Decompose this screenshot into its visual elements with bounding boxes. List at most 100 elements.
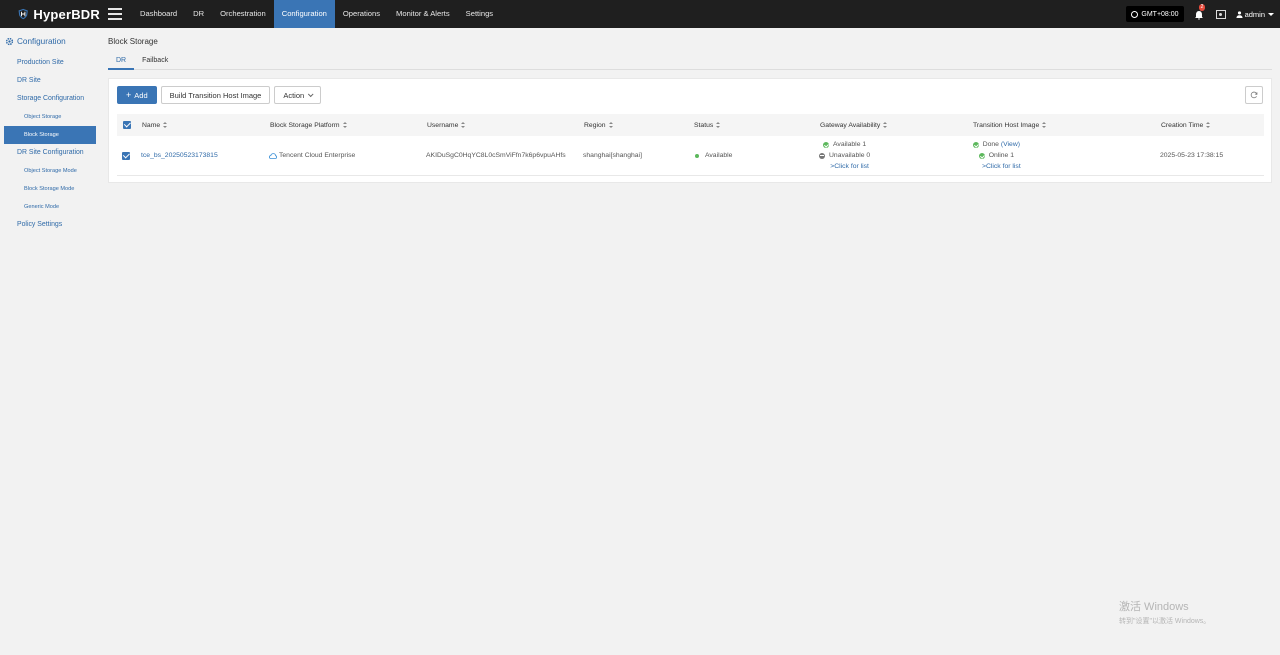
windows-activation-watermark: 激活 Windows 转到"设置"以激活 Windows。 (1119, 598, 1210, 626)
page-title: Block Storage (108, 37, 158, 46)
app-logo[interactable]: HyperBDR (0, 0, 100, 28)
column-header-gateway-availability[interactable]: Gateway Availability (819, 114, 888, 136)
top-right-tools: GMT+08:00 2 admin (1126, 0, 1274, 28)
sidebar-item-storage-configuration[interactable]: Storage Configuration (0, 90, 100, 108)
tab-dr[interactable]: DR (108, 54, 135, 70)
sidebar-item-object-storage-mode[interactable]: Object Storage Mode (0, 162, 100, 180)
nav-settings[interactable]: Settings (458, 0, 501, 28)
platform-label: Tencent Cloud Enterprise (279, 152, 356, 159)
chevron-down-icon (308, 91, 314, 98)
plus-icon: + (126, 89, 132, 100)
sidebar-item-block-storage-mode[interactable]: Block Storage Mode (0, 180, 100, 198)
sort-icon (461, 122, 466, 128)
content-panel: + Add Build Transition Host Image Action… (108, 78, 1272, 183)
block-storage-table: Name Block Storage Platform Username Reg… (117, 114, 1264, 176)
sort-icon (1206, 122, 1211, 128)
nav-orchestration[interactable]: Orchestration (212, 0, 274, 28)
nav-operations[interactable]: Operations (335, 0, 388, 28)
tab-failback[interactable]: Failback (134, 54, 176, 70)
sidebar-heading[interactable]: Configuration (0, 28, 100, 54)
image-click-for-list-link[interactable]: >Click for list (982, 161, 1021, 172)
sort-icon (883, 122, 888, 128)
cell-region: shanghai[shanghai] (583, 136, 642, 175)
check-circle-icon (823, 141, 830, 148)
status-dot-icon (695, 153, 699, 158)
nav-monitor-alerts[interactable]: Monitor & Alerts (388, 0, 458, 28)
cell-platform: Tencent Cloud Enterprise (269, 136, 355, 175)
column-header-label: Username (427, 121, 459, 129)
action-dropdown-label: Action (283, 90, 305, 100)
username-value: AKIDuSgC0HqYC8L0cSmViFfn7k6p6vpuAHfs (426, 152, 566, 159)
row-checkbox[interactable] (122, 151, 130, 160)
top-bar: HyperBDR Dashboard DR Orchestration Conf… (0, 0, 1280, 28)
column-header-region[interactable]: Region (583, 114, 613, 136)
select-all-cell (122, 114, 131, 136)
image-list-line: >Click for list (972, 161, 1021, 172)
column-header-transition-host-image[interactable]: Transition Host Image (972, 114, 1047, 136)
sidebar-item-policy-settings[interactable]: Policy Settings (0, 216, 100, 234)
check-circle-icon (972, 141, 979, 148)
chevron-down-icon (1268, 12, 1274, 16)
menu-toggle-icon[interactable] (108, 8, 122, 20)
timezone-indicator[interactable]: GMT+08:00 (1126, 6, 1184, 22)
sidebar-item-block-storage[interactable]: Block Storage (4, 126, 96, 144)
user-menu[interactable]: admin (1236, 10, 1274, 19)
gateway-click-for-list-link[interactable]: >Click for list (830, 161, 869, 172)
sort-icon (163, 122, 168, 128)
column-header-platform[interactable]: Block Storage Platform (269, 114, 347, 136)
column-header-name[interactable]: Name (141, 114, 168, 136)
add-button[interactable]: + Add (117, 86, 157, 104)
notifications-button[interactable]: 2 (1194, 4, 1206, 20)
refresh-button[interactable] (1245, 86, 1263, 104)
region-value: shanghai[shanghai] (583, 152, 642, 159)
image-done-value: Done (982, 141, 999, 148)
build-transition-host-image-button[interactable]: Build Transition Host Image (160, 86, 271, 104)
cell-creation-time: 2025-05-23 17:38:15 (1160, 136, 1223, 175)
column-header-label: Gateway Availability (820, 121, 881, 129)
sidebar-item-object-storage[interactable]: Object Storage (0, 108, 100, 126)
gateway-available-line: Available 1 (823, 139, 866, 150)
gateway-unavailable-value: Unavailable 0 (829, 152, 871, 159)
sidebar: Configuration Production Site DR Site St… (0, 28, 100, 655)
sort-icon (716, 122, 721, 128)
shield-logo-icon (18, 8, 28, 20)
nav-dr[interactable]: DR (185, 0, 212, 28)
column-header-label: Creation Time (1161, 121, 1204, 129)
check-circle-icon (978, 152, 985, 159)
column-header-label: Name (142, 121, 161, 129)
cell-transition-host-image: Done (View) Online 1 >Click for list (972, 136, 1021, 175)
bell-icon (1194, 11, 1203, 20)
timezone-label: GMT+08:00 (1141, 10, 1179, 18)
watermark-line2: 转到"设置"以激活 Windows。 (1119, 618, 1211, 625)
gateway-unavailable-line: Unavailable 0 (819, 150, 870, 161)
cell-status: Available (695, 136, 732, 175)
action-dropdown[interactable]: Action (274, 86, 322, 104)
gear-icon (5, 37, 14, 45)
toolbar: + Add Build Transition Host Image Action (117, 86, 325, 104)
row-select-cell (122, 136, 130, 175)
minus-circle-icon (819, 152, 825, 159)
column-header-username[interactable]: Username (426, 114, 466, 136)
column-header-creation-time[interactable]: Creation Time (1160, 114, 1211, 136)
watermark-line1: 激活 Windows (1119, 601, 1189, 613)
cell-username: AKIDuSgC0HqYC8L0cSmViFfn7k6p6vpuAHfs (426, 136, 566, 175)
cloud-icon (269, 152, 277, 159)
select-all-checkbox[interactable] (123, 121, 131, 129)
column-header-label: Transition Host Image (973, 121, 1040, 129)
column-header-label: Region (584, 121, 606, 129)
nav-dashboard[interactable]: Dashboard (132, 0, 185, 28)
column-header-status[interactable]: Status (693, 114, 721, 136)
sidebar-item-dr-site-configuration[interactable]: DR Site Configuration (0, 144, 100, 162)
sidebar-item-dr-site[interactable]: DR Site (0, 72, 100, 90)
storage-name-link[interactable]: tce_bs_20250523173815 (141, 152, 218, 159)
nav-configuration[interactable]: Configuration (273, 0, 335, 28)
add-button-label: Add (134, 90, 148, 100)
tab-bar: DR Failback (108, 54, 1272, 70)
creation-time-value: 2025-05-23 17:38:15 (1160, 152, 1224, 159)
column-header-label: Status (694, 121, 714, 129)
sidebar-item-production-site[interactable]: Production Site (0, 54, 100, 72)
sidebar-item-generic-mode[interactable]: Generic Mode (0, 198, 100, 216)
image-view-link[interactable]: (View) (1001, 139, 1020, 150)
profile-card-icon[interactable] (1215, 9, 1226, 19)
table-row[interactable]: tce_bs_20250523173815 Tencent Cloud Ente… (117, 136, 1264, 176)
